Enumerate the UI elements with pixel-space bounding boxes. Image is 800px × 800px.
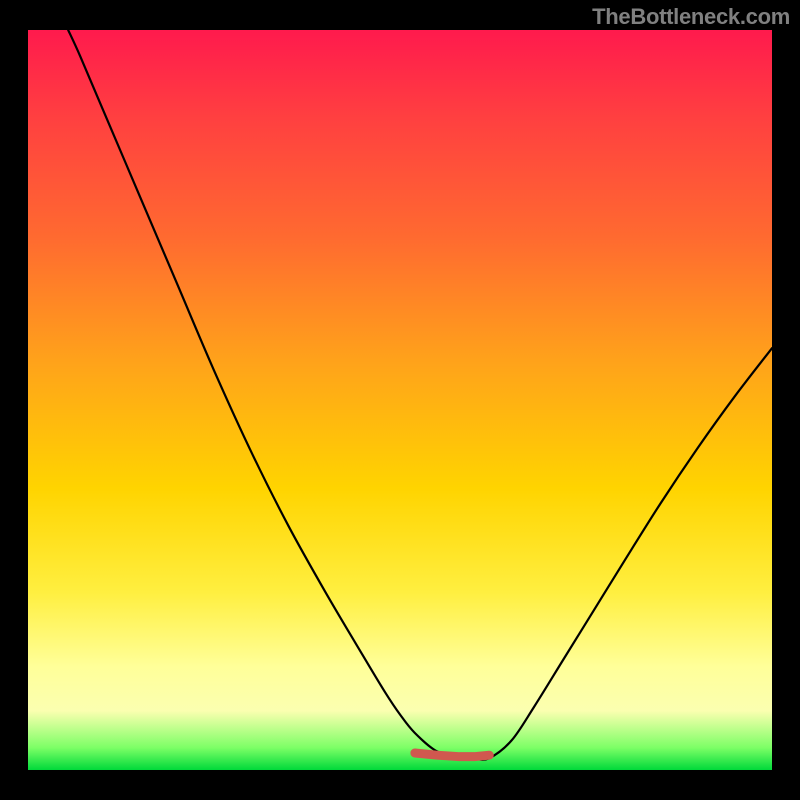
- flat-highlight-segment: [415, 753, 489, 757]
- curve-layer: [28, 30, 772, 770]
- chart-frame: TheBottleneck.com: [0, 0, 800, 800]
- plot-area: [28, 30, 772, 770]
- attribution-label: TheBottleneck.com: [592, 4, 790, 30]
- bottleneck-curve: [68, 30, 772, 760]
